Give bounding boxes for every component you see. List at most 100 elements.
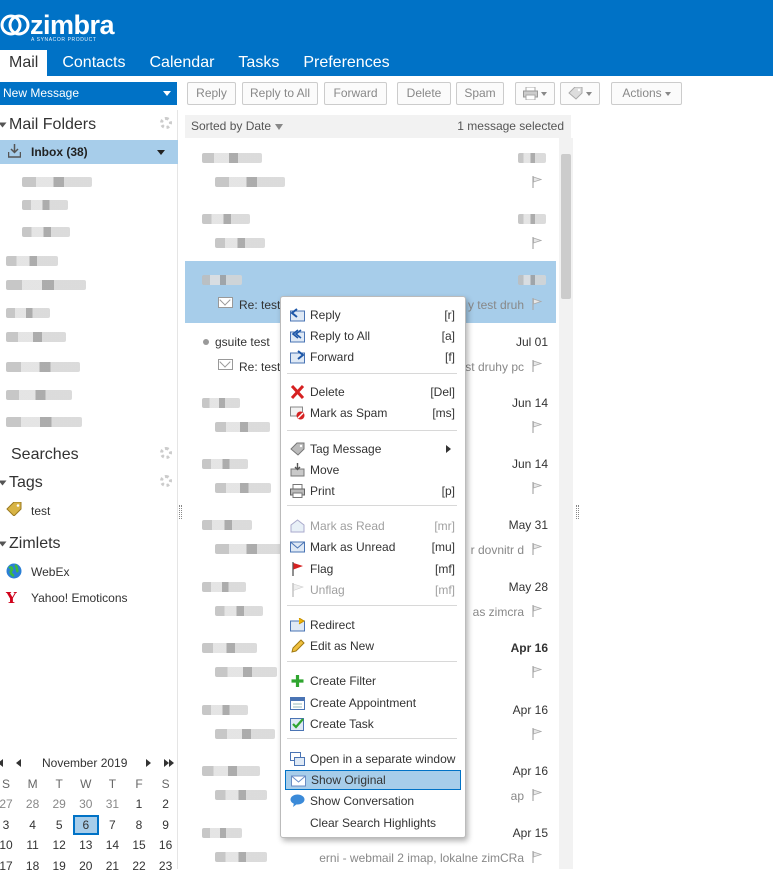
menu-item-create-task[interactable]: Create Task	[285, 714, 461, 734]
tab-calendar[interactable]: Calendar	[140, 50, 223, 76]
menu-item-open-in-separate-window[interactable]: Open in a separate window	[285, 749, 461, 769]
flag-icon[interactable]	[532, 421, 542, 433]
calendar-day[interactable]: 6	[72, 814, 99, 835]
reply-all-button[interactable]: Reply to All	[242, 82, 318, 105]
flag-icon[interactable]	[532, 176, 542, 188]
menu-item-create-appointment[interactable]: Create Appointment	[285, 693, 461, 713]
reply-button[interactable]: Reply	[187, 82, 236, 105]
calendar-day[interactable]: 27	[0, 794, 19, 814]
calendar-day[interactable]: 19	[46, 856, 72, 876]
flag-icon[interactable]	[532, 851, 542, 863]
calendar-day[interactable]: 31	[99, 794, 125, 814]
chevron-down-icon[interactable]	[163, 91, 171, 96]
print-menu-button[interactable]	[515, 82, 555, 105]
calendar-day[interactable]: 9	[153, 815, 179, 835]
calendar-day[interactable]: 30	[73, 794, 99, 814]
sort-arrow-icon[interactable]	[275, 123, 284, 130]
tab-mail[interactable]: Mail	[0, 50, 48, 76]
flag-icon[interactable]	[532, 482, 542, 494]
unread-dot-icon[interactable]	[203, 339, 209, 345]
calendar-day[interactable]: 22	[126, 856, 152, 876]
calendar-day[interactable]: 7	[99, 815, 125, 835]
flag-icon[interactable]	[532, 298, 542, 310]
calendar-day[interactable]: 28	[20, 794, 46, 814]
next-year-icon[interactable]	[169, 759, 174, 767]
gear-icon[interactable]	[160, 117, 172, 129]
menu-item-reply[interactable]: Reply [r]	[285, 305, 461, 325]
flag-icon[interactable]	[532, 605, 542, 617]
calendar-day[interactable]: 20	[73, 856, 99, 876]
menu-item-print[interactable]: Print [p]	[285, 481, 461, 501]
menu-item-forward[interactable]: Forward [f]	[285, 347, 461, 367]
flag-icon[interactable]	[532, 237, 542, 249]
folder-item[interactable]	[6, 332, 66, 342]
gear-icon[interactable]	[160, 447, 172, 459]
delete-button[interactable]: Delete	[397, 82, 451, 105]
spam-button[interactable]: Spam	[456, 82, 504, 105]
pane-splitter[interactable]	[576, 505, 579, 519]
flag-icon[interactable]	[532, 728, 542, 740]
calendar-day[interactable]: 21	[99, 856, 125, 876]
gear-icon[interactable]	[160, 475, 172, 487]
menu-item-mark-as-unread[interactable]: Mark as Unread [mu]	[285, 537, 461, 557]
calendar-day[interactable]: 4	[20, 815, 46, 835]
flag-icon[interactable]	[532, 543, 542, 555]
calendar-day[interactable]: 10	[0, 835, 19, 855]
folder-inbox[interactable]: Inbox (38)	[0, 140, 178, 164]
menu-item-move[interactable]: Move	[285, 460, 461, 480]
expand-arrow-icon[interactable]	[0, 122, 7, 128]
menu-item-reply-to-all[interactable]: Reply to All [a]	[285, 326, 461, 346]
calendar-day[interactable]: 2	[153, 794, 179, 814]
menu-item-show-original[interactable]: Show Original	[285, 770, 461, 790]
folder-item[interactable]	[6, 417, 82, 427]
tag-menu-button[interactable]	[560, 82, 600, 105]
menu-item-redirect[interactable]: Redirect	[285, 615, 461, 635]
list-scrollbar[interactable]	[559, 138, 573, 869]
expand-arrow-icon[interactable]	[0, 541, 7, 547]
folder-item[interactable]	[6, 280, 86, 290]
tab-preferences[interactable]: Preferences	[294, 50, 398, 76]
calendar-day[interactable]: 16	[153, 835, 179, 855]
tab-tasks[interactable]: Tasks	[229, 50, 288, 76]
actions-button[interactable]: Actions	[611, 82, 682, 105]
calendar-day[interactable]: 3	[0, 815, 19, 835]
folder-item[interactable]	[22, 200, 68, 210]
forward-button[interactable]: Forward	[324, 82, 387, 105]
calendar-day[interactable]: 13	[73, 835, 99, 855]
calendar-day[interactable]: 11	[20, 835, 46, 855]
folder-item[interactable]	[6, 308, 50, 318]
folder-item[interactable]	[22, 227, 70, 237]
scrollbar-thumb[interactable]	[561, 154, 571, 299]
calendar-day[interactable]: 5	[46, 815, 72, 835]
tags-header[interactable]: Tags	[0, 474, 43, 492]
calendar-day[interactable]: 14	[99, 835, 125, 855]
menu-item-flag[interactable]: Flag [mf]	[285, 559, 461, 579]
flag-icon[interactable]	[532, 666, 542, 678]
message-row[interactable]	[185, 200, 556, 262]
prev-year-icon[interactable]	[0, 759, 3, 767]
new-message-button[interactable]: New Message	[0, 82, 177, 105]
prev-month-icon[interactable]	[16, 759, 21, 767]
folder-item[interactable]	[6, 362, 80, 372]
folder-item[interactable]	[6, 390, 72, 400]
calendar-day[interactable]: 18	[20, 856, 46, 876]
searches-header[interactable]: Searches	[0, 446, 79, 464]
calendar-day[interactable]: 15	[126, 835, 152, 855]
calendar-day[interactable]: 8	[126, 815, 152, 835]
menu-item-tag-message[interactable]: Tag Message	[285, 439, 461, 459]
flag-icon[interactable]	[532, 789, 542, 801]
menu-item-clear-search-highlights[interactable]: Clear Search Highlights	[285, 813, 461, 833]
menu-item-edit-as-new[interactable]: Edit as New	[285, 636, 461, 656]
calendar-day[interactable]: 23	[153, 856, 179, 876]
zimlets-header[interactable]: Zimlets	[0, 535, 61, 553]
folder-item[interactable]	[6, 256, 58, 266]
next-month-icon[interactable]	[146, 759, 151, 767]
menu-item-mark-as-spam[interactable]: Mark as Spam [ms]	[285, 403, 461, 423]
mail-folders-header[interactable]: Mail Folders	[0, 116, 96, 134]
pane-splitter[interactable]	[179, 505, 182, 519]
chevron-down-icon[interactable]	[157, 150, 165, 155]
calendar-day[interactable]: 12	[46, 835, 72, 855]
sort-by-date[interactable]: Sorted by Date	[191, 115, 284, 138]
menu-item-create-filter[interactable]: Create Filter	[285, 671, 461, 691]
message-row[interactable]	[185, 139, 556, 201]
